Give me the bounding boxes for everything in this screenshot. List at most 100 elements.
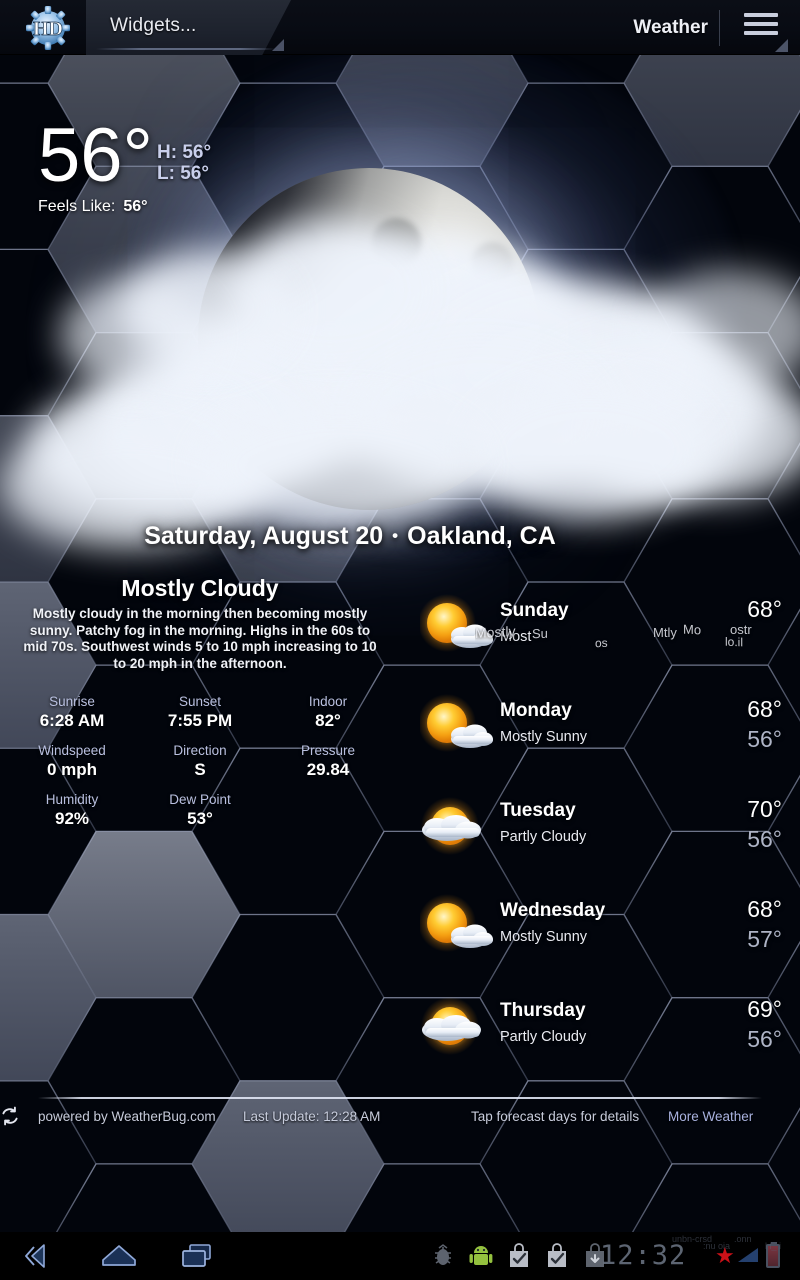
forecast-row[interactable]: Wednesday Mostly Sunny 68° 57°	[415, 882, 800, 982]
forecast-low: 56°	[747, 826, 782, 852]
forecast-condition: Partly Cloudy	[500, 1029, 587, 1045]
refresh-icon[interactable]	[0, 1106, 20, 1126]
current-detail-panel: Mostly Cloudy Mostly cloudy in the morni…	[0, 575, 400, 829]
cloud-illustration	[0, 210, 800, 550]
forecast-date: Saturday, August 20	[144, 522, 384, 550]
detail-label: Windspeed	[38, 743, 106, 758]
footer-bar: powered by WeatherBug.com Last Update: 1…	[0, 1106, 800, 1132]
tap-hint-label: Tap forecast days for details	[471, 1109, 640, 1124]
detail-cell: Dew Point 53°	[136, 792, 264, 829]
detail-value: 0 mph	[46, 760, 98, 779]
last-update-label: Last Update: 12:28 AM	[243, 1109, 381, 1124]
more-weather-link[interactable]: More Weather	[668, 1109, 753, 1124]
menu-line	[744, 31, 778, 35]
high-temp: H: 56°	[157, 142, 212, 163]
topbar-corner-icon	[775, 39, 788, 52]
forecast-day: Thursday	[500, 1000, 586, 1021]
forecast-list[interactable]: Sunday Mostly Sunny 68° Mostly Su os Mtly Mo…	[415, 582, 800, 1082]
forecast-weather-icon	[418, 694, 498, 760]
forecast-low: 56°	[747, 726, 782, 752]
forecast-condition: Partly Cloudy	[500, 829, 587, 845]
forecast-high: 68°	[747, 596, 782, 622]
feels-like: Feels Like: 56°	[38, 198, 148, 216]
checkbox-bag-icon[interactable]	[544, 1242, 570, 1270]
dateline-separator: •	[392, 526, 399, 545]
artifact-fragment: Su	[532, 625, 548, 642]
forecast-row[interactable]: Monday Mostly Sunny 68° 56°	[415, 682, 800, 782]
low-temp: L: 56°	[157, 163, 209, 184]
systembar-render-artifact: unbn-crsd:nu oia .onn l l_ i	[672, 1234, 800, 1252]
current-temperature: 56°	[38, 113, 153, 198]
forecast-low: 56°	[747, 1026, 782, 1052]
footer-divider	[38, 1097, 762, 1099]
detail-value: 29.84	[306, 760, 350, 779]
forecast-row[interactable]: Thursday Partly Cloudy 69° 56°	[415, 982, 800, 1082]
location-name: Oakland, CA	[407, 522, 556, 550]
app-title: Weather	[633, 17, 708, 38]
artifact-fragment: lo.il	[725, 634, 744, 650]
artifact-fragment: ostr	[730, 622, 752, 637]
sun-behind-cloud-icon	[418, 594, 493, 652]
cloud-puff	[470, 380, 710, 520]
sun-behind-cloud-icon	[418, 894, 493, 952]
forecast-row[interactable]: Tuesday Partly Cloudy 70° 56°	[415, 782, 800, 882]
detail-label: Pressure	[300, 743, 356, 758]
hd-gear-logo-icon[interactable]: HD	[20, 4, 76, 52]
detail-cell: Indoor 82°	[264, 694, 392, 731]
feels-like-value: 56°	[123, 198, 148, 215]
forecast-day: Monday	[500, 700, 572, 721]
detail-cell: Windspeed 0 mph	[8, 743, 136, 780]
artifact-fragment: Mtly	[653, 625, 677, 640]
back-arrow-icon[interactable]	[14, 1238, 68, 1274]
detail-cell: Humidity 92%	[8, 792, 136, 829]
detail-value: 6:28 AM	[39, 711, 105, 730]
forecast-condition: Mostly Sunny	[500, 629, 588, 645]
widgets-tab-corner-icon	[272, 39, 284, 51]
weather-app-screen: HD Widgets... Weather 56° H: 56° L: 56° …	[0, 0, 800, 1280]
detail-label: Sunrise	[49, 694, 95, 709]
recent-apps-icon[interactable]	[170, 1238, 224, 1274]
artifact-fragment: Mo	[683, 622, 702, 638]
forecast-weather-icon	[418, 894, 498, 960]
detail-label: Sunset	[178, 694, 222, 709]
forecast-day: Sunday	[500, 600, 569, 621]
forecast-weather-icon	[420, 794, 498, 860]
home-icon[interactable]	[92, 1238, 146, 1274]
detail-label: Humidity	[45, 792, 99, 807]
debug-bug-icon[interactable]	[430, 1242, 456, 1270]
detail-cell: Sunrise 6:28 AM	[8, 694, 136, 731]
artifact-fragment: l l_ i	[765, 1241, 782, 1251]
detail-label: Direction	[173, 743, 227, 758]
forecast-condition: Mostly Sunny	[500, 729, 588, 745]
forecast-day: Tuesday	[500, 800, 576, 821]
condition-title: Mostly Cloudy	[121, 575, 279, 601]
powered-by-label: powered by WeatherBug.com	[38, 1109, 216, 1124]
widgets-tab-underline	[96, 48, 276, 50]
detail-stats-grid: Sunrise 6:28 AM Sunset 7:55 PM Indoor 82° Wind…	[0, 694, 400, 829]
forecast-condition: Mostly Sunny	[500, 929, 588, 945]
detail-cell: Direction S	[136, 743, 264, 780]
forecast-high: 68°	[747, 696, 782, 722]
checkbox-bag-icon[interactable]	[506, 1242, 532, 1270]
android-robot-icon[interactable]	[468, 1242, 494, 1270]
forecast-low: 57°	[747, 926, 782, 952]
detail-cell: Sunset 7:55 PM	[136, 694, 264, 731]
detail-cell: Pressure 29.84	[264, 743, 392, 780]
artifact-fragment: os	[595, 635, 608, 651]
artifact-fragment: .onn	[734, 1234, 752, 1244]
condition-description: Mostly cloudy in the morning then becomi…	[23, 606, 377, 671]
feels-like-label: Feels Like:	[38, 198, 116, 215]
detail-label: Indoor	[308, 694, 348, 709]
svg-text:HD: HD	[33, 18, 63, 40]
detail-value: S	[194, 760, 206, 779]
sun-behind-large-cloud-icon	[421, 997, 481, 1055]
detail-value: 82°	[315, 711, 341, 730]
cloud-puff	[60, 280, 210, 390]
high-low-temps: H: 56° L: 56°	[157, 142, 211, 184]
forecast-high: 68°	[747, 896, 782, 922]
widgets-tab-label[interactable]: Widgets...	[110, 15, 196, 37]
detail-value: 7:55 PM	[167, 711, 233, 730]
top-action-bar: HD Widgets... Weather	[0, 0, 800, 55]
forecast-weather-icon	[418, 594, 498, 660]
forecast-row[interactable]: Sunday Mostly Sunny 68° Mostly Su os Mtly Mo…	[415, 582, 800, 682]
